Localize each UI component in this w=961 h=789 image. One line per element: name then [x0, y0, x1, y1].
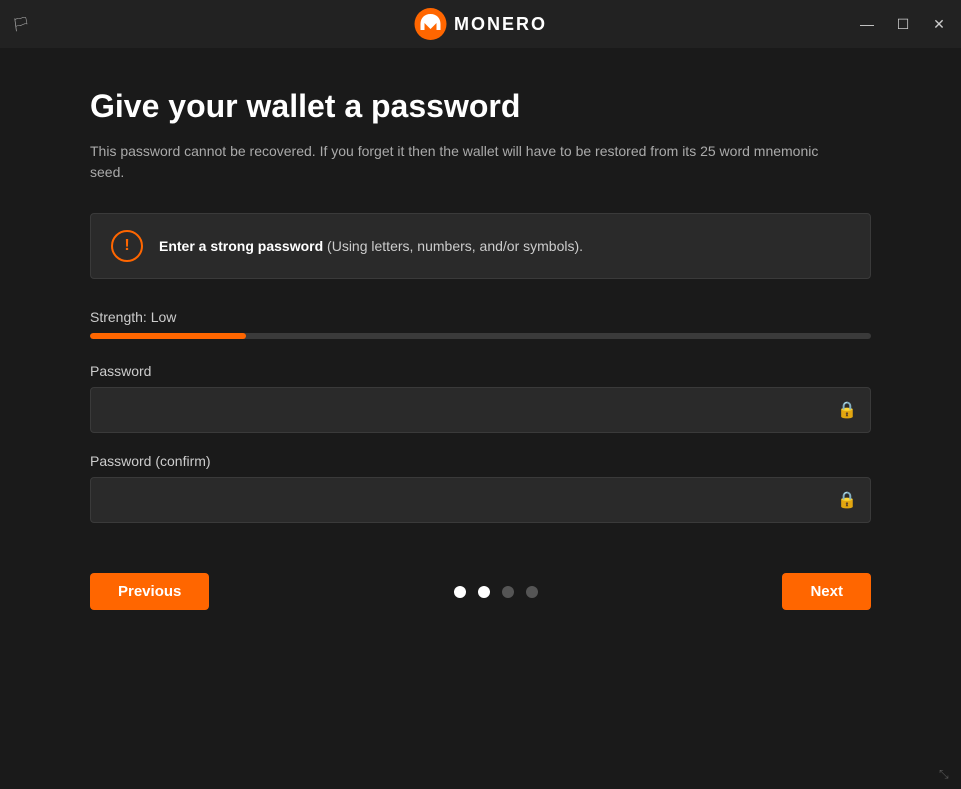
monero-logo-icon	[414, 8, 446, 40]
warning-box: ! Enter a strong password (Using letters…	[90, 213, 871, 279]
main-content: Give your wallet a password This passwor…	[0, 48, 961, 650]
minimize-button[interactable]: —	[857, 14, 877, 34]
strength-label: Strength: Low	[90, 309, 871, 325]
titlebar-left: 🏳	[12, 16, 30, 33]
page-title: Give your wallet a password	[90, 88, 871, 125]
titlebar: 🏳 MONERO — ☐ ✕	[0, 0, 961, 48]
strength-bar-container	[90, 333, 871, 339]
warning-icon: !	[111, 230, 143, 262]
flag-icon: 🏳	[12, 16, 30, 33]
close-button[interactable]: ✕	[929, 14, 949, 34]
step-dot-4	[526, 586, 538, 598]
lock-confirm-icon: 🔒	[837, 490, 857, 510]
warning-normal-text: (Using letters, numbers, and/or symbols)…	[323, 238, 583, 254]
next-button[interactable]: Next	[782, 573, 871, 610]
step-dot-3	[502, 586, 514, 598]
password-label: Password	[90, 363, 871, 379]
page-description: This password cannot be recovered. If yo…	[90, 141, 850, 183]
lock-icon: 🔒	[837, 400, 857, 420]
resize-handle[interactable]: ⤡	[939, 767, 955, 783]
password-confirm-label: Password (confirm)	[90, 453, 871, 469]
password-confirm-input[interactable]	[90, 477, 871, 523]
password-input-wrapper: 🔒	[90, 387, 871, 433]
step-dot-1	[454, 586, 466, 598]
bottom-navigation: Previous Next	[90, 573, 871, 610]
titlebar-center: MONERO	[414, 8, 547, 40]
titlebar-right: — ☐ ✕	[857, 14, 949, 34]
warning-text: Enter a strong password (Using letters, …	[159, 238, 583, 254]
app-title: MONERO	[454, 14, 547, 35]
warning-bold-text: Enter a strong password	[159, 238, 323, 254]
step-dot-2	[478, 586, 490, 598]
password-confirm-input-wrapper: 🔒	[90, 477, 871, 523]
maximize-button[interactable]: ☐	[893, 14, 913, 34]
password-input[interactable]	[90, 387, 871, 433]
strength-bar-fill	[90, 333, 246, 339]
step-dots	[454, 586, 538, 598]
previous-button[interactable]: Previous	[90, 573, 209, 610]
